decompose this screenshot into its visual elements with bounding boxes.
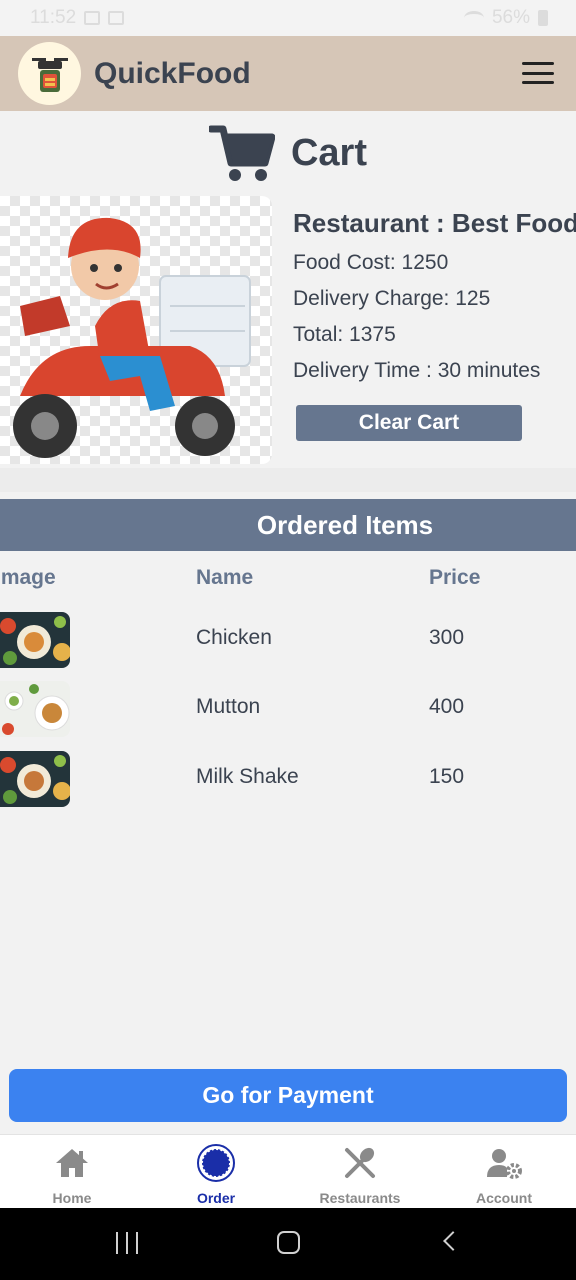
delivery-time: Delivery Time : 30 minutes	[293, 359, 541, 382]
section-divider	[0, 468, 576, 492]
wifi-icon	[463, 11, 484, 25]
utensils-icon	[340, 1143, 380, 1183]
table-row[interactable]: Mutton 400	[0, 681, 576, 739]
battery-percent: 56%	[491, 7, 530, 28]
hamburger-menu-icon[interactable]	[522, 62, 554, 84]
drone-delivery-logo-icon	[31, 57, 68, 92]
food-thumbnail	[0, 681, 70, 737]
food-cost: Food Cost: 1250	[293, 251, 449, 274]
scooter-rider-icon	[13, 217, 251, 458]
column-header-price: Price	[429, 566, 481, 589]
nav-label-home: Home	[52, 1190, 92, 1206]
delivery-illustration	[0, 196, 272, 464]
food-plate-icon	[0, 681, 70, 737]
item-price: 300	[429, 626, 465, 649]
status-time: 11:52	[30, 7, 77, 28]
table-row[interactable]: Chicken 300	[0, 612, 576, 670]
nav-item-account[interactable]: Account	[432, 1135, 576, 1209]
recent-apps-icon[interactable]	[116, 1232, 138, 1254]
home-button-icon[interactable]	[277, 1231, 300, 1254]
order-icon	[196, 1143, 236, 1183]
column-header-name: Name	[196, 566, 254, 589]
restaurant-name: Restaurant : Best Food	[293, 208, 576, 238]
clear-cart-button[interactable]: Clear Cart	[296, 405, 522, 441]
nav-label-account: Account	[476, 1190, 532, 1206]
restaurant-info: Restaurant : Best Food Food Cost: 1250 D…	[293, 208, 576, 383]
app-title: QuickFood	[94, 56, 251, 90]
page-title: Cart	[290, 131, 368, 174]
status-right: 56%	[463, 7, 548, 29]
home-icon	[52, 1143, 92, 1183]
gallery-notification-icon	[84, 11, 101, 25]
app-header: QuickFood	[0, 36, 576, 111]
table-row[interactable]: Milk Shake 150	[0, 751, 576, 809]
app-notification-icon	[108, 11, 125, 25]
column-header-image: Image	[0, 566, 56, 589]
item-name: Milk Shake	[196, 765, 299, 788]
status-bar: 11:52 56%	[0, 0, 576, 36]
item-name: Chicken	[196, 626, 272, 649]
bottom-nav: Home Order Restaurants Account	[0, 1134, 576, 1208]
go-for-payment-button[interactable]: Go for Payment	[9, 1069, 567, 1122]
back-icon[interactable]	[443, 1231, 463, 1251]
nav-label-order: Order	[196, 1190, 236, 1206]
system-nav-bar	[0, 1208, 576, 1280]
food-plate-icon	[0, 612, 70, 668]
total-amount: Total: 1375	[293, 323, 396, 346]
app-logo[interactable]	[18, 42, 81, 105]
food-thumbnail	[0, 751, 70, 807]
item-price: 400	[429, 695, 465, 718]
food-plate-icon	[0, 751, 70, 807]
item-price: 150	[429, 765, 465, 788]
nav-label-restaurants: Restaurants	[319, 1190, 401, 1206]
status-left: 11:52	[30, 7, 125, 29]
delivery-charge: Delivery Charge: 125	[293, 287, 491, 310]
cart-title-row: Cart	[0, 118, 576, 188]
battery-icon	[538, 10, 548, 26]
nav-item-order[interactable]: Order	[144, 1135, 288, 1209]
cart-icon	[208, 125, 275, 181]
food-thumbnail	[0, 612, 70, 668]
item-name: Mutton	[196, 695, 261, 718]
nav-item-restaurants[interactable]: Restaurants	[288, 1135, 432, 1209]
user-gear-icon	[484, 1143, 524, 1183]
nav-item-home[interactable]: Home	[0, 1135, 144, 1209]
ordered-items-header: Ordered Items	[0, 499, 576, 551]
